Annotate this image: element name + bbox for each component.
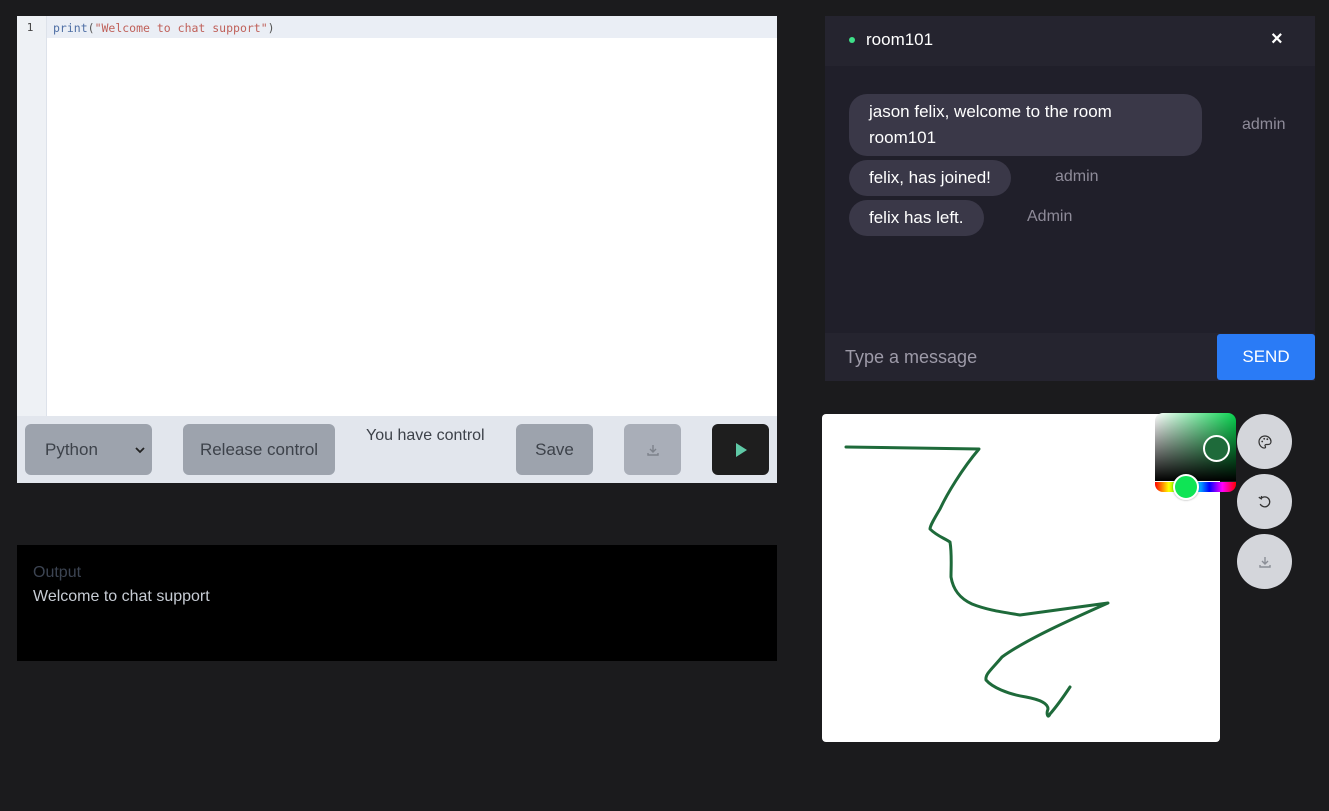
freehand-stroke — [844, 445, 1110, 718]
send-button[interactable]: SEND — [1217, 334, 1315, 380]
chat-message: jason felix, welcome to the room room101 — [849, 94, 1202, 156]
code-string-token: "Welcome to chat support" — [94, 21, 268, 35]
chevron-down-icon — [135, 446, 145, 453]
download-button[interactable] — [624, 424, 681, 475]
message-sender: admin — [1055, 168, 1099, 185]
canvas-download-button[interactable] — [1237, 534, 1292, 589]
close-chat-button[interactable]: × — [1271, 28, 1283, 51]
line-number: 1 — [26, 21, 34, 34]
code-paren-open: ( — [87, 21, 95, 35]
language-select[interactable]: Python — [25, 424, 152, 475]
code-function-token: print — [53, 21, 88, 35]
palette-icon — [1257, 434, 1272, 449]
undo-button[interactable] — [1237, 474, 1292, 529]
language-selected: Python — [45, 439, 98, 459]
editor-toolbar: Python Release control You have control … — [17, 416, 777, 483]
play-icon — [735, 442, 747, 457]
online-status-dot — [849, 37, 855, 43]
output-text: Welcome to chat support — [33, 588, 210, 605]
output-label: Output — [33, 564, 82, 581]
palette-button[interactable] — [1237, 414, 1292, 469]
hue-handle[interactable] — [1173, 474, 1199, 500]
download-icon — [1258, 556, 1271, 568]
chat-input-bar: SEND — [825, 333, 1315, 381]
output-panel: Output Welcome to chat support — [17, 545, 777, 661]
code-editor[interactable]: 1 print("Welcome to chat support") — [17, 16, 777, 416]
color-picker[interactable] — [1155, 413, 1236, 500]
message-sender: admin — [1242, 116, 1286, 133]
room-title: room101 — [866, 30, 934, 49]
undo-icon — [1257, 495, 1270, 507]
chat-header: room101 × — [825, 16, 1315, 66]
save-button[interactable]: Save — [516, 424, 593, 475]
code-paren-close: ) — [267, 21, 275, 35]
chat-message: felix has left. — [849, 200, 984, 236]
control-status: You have control — [366, 427, 485, 444]
release-control-button[interactable]: Release control — [183, 424, 335, 475]
code-line[interactable]: print("Welcome to chat support") — [53, 21, 275, 35]
message-sender: Admin — [1027, 208, 1073, 225]
line-gutter: 1 — [17, 16, 47, 416]
saturation-handle[interactable] — [1203, 435, 1230, 462]
chat-panel: room101 × jason felix, welcome to the ro… — [825, 16, 1315, 381]
run-button[interactable] — [712, 424, 769, 475]
download-icon — [646, 444, 659, 456]
message-input[interactable] — [825, 333, 1217, 381]
chat-message: felix, has joined! — [849, 160, 1011, 196]
